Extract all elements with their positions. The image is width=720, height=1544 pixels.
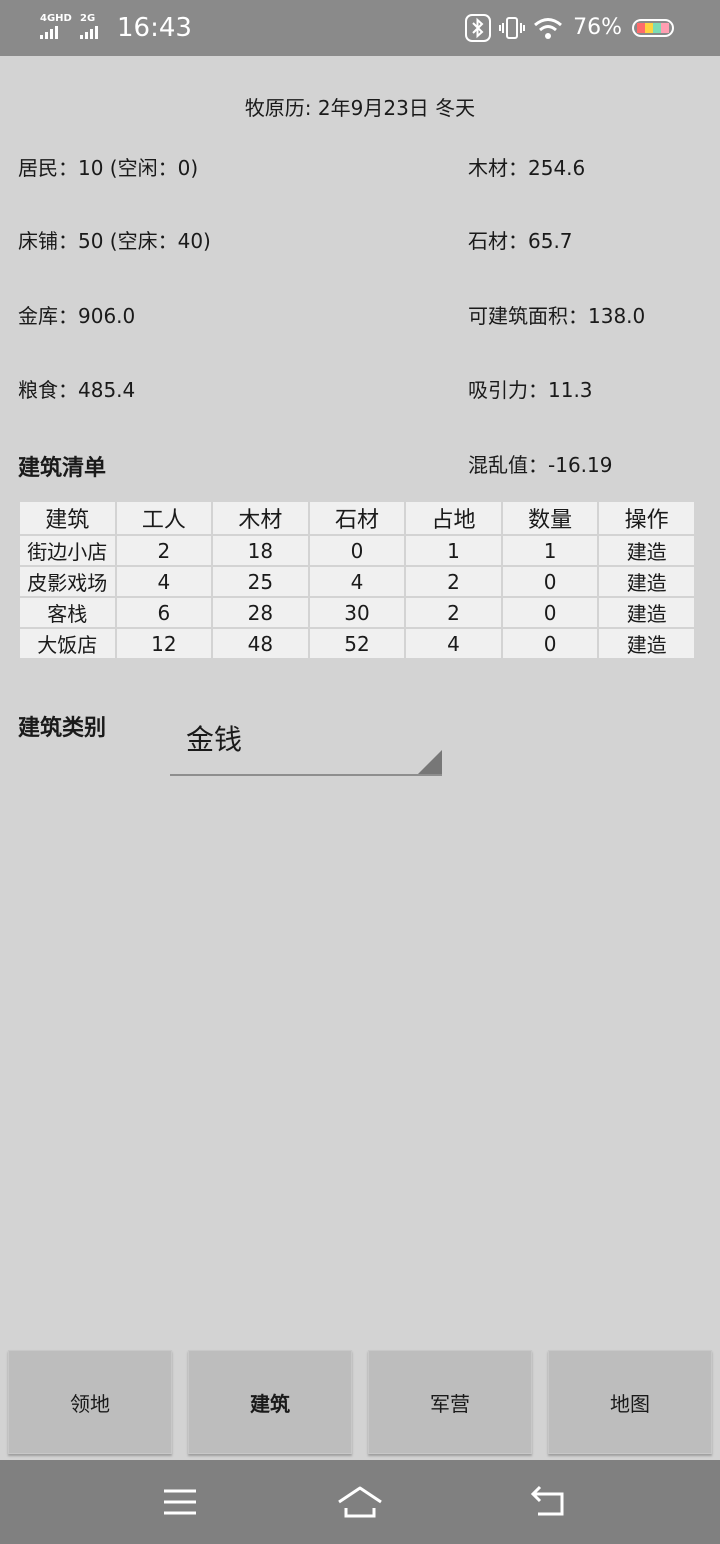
- cell-wood: 25: [211, 565, 310, 598]
- stat-attraction: 吸引力：11.3: [468, 378, 593, 402]
- signal-strength-icon-2: [80, 26, 98, 39]
- cell-name: 客栈: [18, 596, 117, 629]
- status-bar: 4GHD 2G 16:43 76%: [0, 0, 720, 56]
- cell-workers: 4: [114, 565, 214, 598]
- cell-wood: 48: [211, 627, 310, 660]
- bluetooth-icon: [465, 14, 492, 42]
- cell-workers: 2: [114, 534, 214, 567]
- stat-food: 粮食：485.4: [18, 378, 136, 402]
- system-navigation-bar: [0, 1460, 720, 1544]
- signal-label-4g: 4GHD: [40, 13, 72, 24]
- battery-percentage: 76%: [573, 15, 622, 40]
- cell-count: 1: [500, 534, 600, 567]
- menu-icon[interactable]: [162, 1484, 198, 1520]
- dropdown-arrow-icon: [418, 750, 442, 774]
- back-icon[interactable]: [528, 1484, 568, 1520]
- cell-count: 0: [500, 565, 600, 598]
- table-row: 大饭店 12 48 52 4 0 建造: [18, 627, 696, 660]
- nav-buildings-button[interactable]: 建筑: [188, 1350, 352, 1454]
- cell-stone: 4: [307, 565, 407, 598]
- cell-count: 0: [500, 596, 600, 629]
- cell-stone: 52: [307, 627, 407, 660]
- cell-workers: 6: [114, 596, 214, 629]
- stat-residents: 居民：10 (空闲：0): [18, 156, 199, 180]
- signal-strength-icon: [40, 26, 58, 39]
- signal-label-2g: 2G: [80, 13, 96, 24]
- header-area: 占地: [404, 500, 503, 536]
- header-building: 建筑: [18, 500, 117, 536]
- nav-barracks-button[interactable]: 军营: [368, 1350, 532, 1454]
- wifi-icon: [534, 18, 563, 39]
- cell-area: 2: [404, 596, 503, 629]
- cell-name: 皮影戏场: [18, 565, 117, 598]
- stat-stone: 石材：65.7: [468, 229, 573, 253]
- header-stone: 石材: [307, 500, 407, 536]
- cell-stone: 0: [307, 534, 407, 567]
- build-button[interactable]: 建造: [597, 534, 696, 567]
- vibrate-icon: [499, 17, 526, 39]
- stat-beds: 床铺：50 (空床：40): [18, 229, 211, 253]
- home-icon[interactable]: [336, 1484, 384, 1520]
- nav-map-button[interactable]: 地图: [548, 1350, 712, 1454]
- header-workers: 工人: [114, 500, 214, 536]
- header-wood: 木材: [211, 500, 310, 536]
- stat-chaos: 混乱值：-16.19: [468, 453, 613, 477]
- cell-wood: 18: [211, 534, 310, 567]
- nav-territory-button[interactable]: 领地: [8, 1350, 172, 1454]
- cell-wood: 28: [211, 596, 310, 629]
- cell-count: 0: [500, 627, 600, 660]
- cell-name: 街边小店: [18, 534, 117, 567]
- category-dropdown[interactable]: 金钱: [170, 708, 442, 776]
- cell-area: 2: [404, 565, 503, 598]
- stat-buildable-area: 可建筑面积：138.0: [468, 304, 646, 328]
- cell-area: 4: [404, 627, 503, 660]
- cell-workers: 12: [114, 627, 214, 660]
- stat-wood: 木材：254.6: [468, 156, 586, 180]
- table-row: 皮影戏场 4 25 4 2 0 建造: [18, 565, 696, 598]
- calendar-date: 牧原历: 2年9月23日 冬天: [244, 96, 476, 120]
- building-table: 建筑 工人 木材 石材 占地 数量 操作 街边小店 2 18 0 1 1 建造 …: [18, 500, 696, 660]
- stat-treasury: 金库：906.0: [18, 304, 136, 328]
- clock: 16:43: [117, 13, 192, 43]
- header-action: 操作: [597, 500, 696, 536]
- cell-stone: 30: [307, 596, 407, 629]
- table-row: 客栈 6 28 30 2 0 建造: [18, 596, 696, 629]
- category-selected-value: 金钱: [186, 723, 243, 756]
- header-count: 数量: [500, 500, 600, 536]
- battery-icon: [632, 19, 674, 37]
- category-label: 建筑类别: [18, 716, 107, 741]
- table-header-row: 建筑 工人 木材 石材 占地 数量 操作: [18, 500, 696, 536]
- table-row: 街边小店 2 18 0 1 1 建造: [18, 534, 696, 567]
- building-list-title: 建筑清单: [18, 456, 107, 481]
- cell-area: 1: [404, 534, 503, 567]
- build-button[interactable]: 建造: [597, 565, 696, 598]
- cell-name: 大饭店: [18, 627, 117, 660]
- build-button[interactable]: 建造: [597, 627, 696, 660]
- build-button[interactable]: 建造: [597, 596, 696, 629]
